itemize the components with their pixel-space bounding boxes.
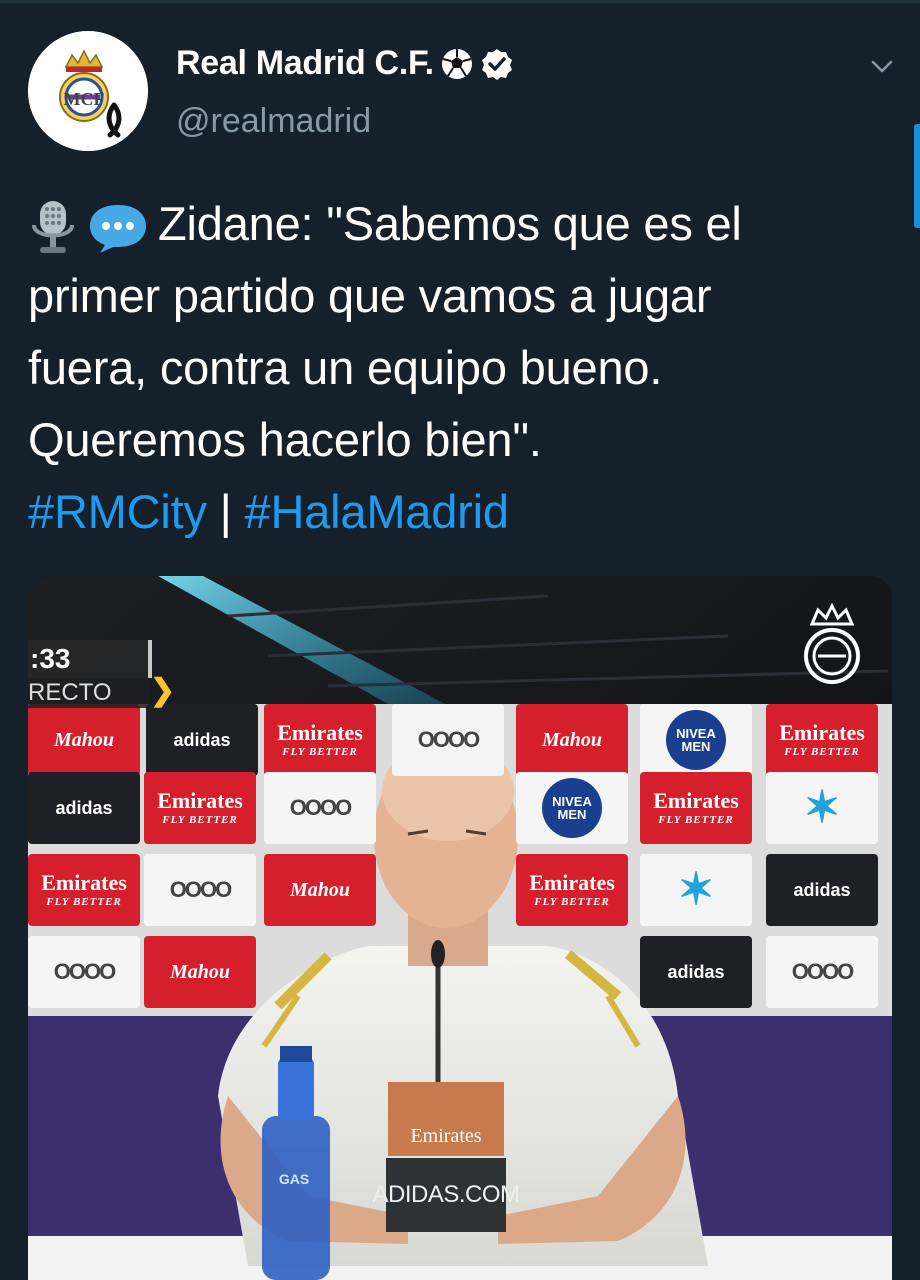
speech-bubble-icon — [90, 204, 146, 253]
real-madrid-crest-icon — [804, 602, 860, 684]
sponsor-audi: OOOO — [264, 772, 376, 844]
sponsor-nivea: NIVEA MEN — [516, 772, 628, 844]
sponsor-caixabank: ✶ — [640, 854, 752, 926]
sponsor-emirates: Emirates FLY BETTER — [144, 772, 256, 844]
sponsor-nivea: NIVEA MEN — [640, 704, 752, 776]
table-sign-emirates: Emirates — [388, 1082, 504, 1156]
user-handle[interactable]: @realmadrid — [176, 102, 371, 141]
microphone-icon — [32, 200, 74, 253]
hashtag-link[interactable]: #HalaMadrid — [245, 485, 509, 538]
water-bottle-label: GAS — [278, 1171, 310, 1187]
sponsor-adidas: adidas — [28, 772, 140, 844]
tweet-text-line: Queremos hacerlo bien". — [28, 413, 542, 466]
sponsor-emirates: Emirates FLY BETTER — [264, 704, 376, 776]
sponsor-emirates: Emirates FLY BETTER — [640, 772, 752, 844]
sponsor-audi: OOOO — [28, 936, 140, 1008]
hashtag-line: #RMCity | #HalaMadrid — [28, 476, 898, 548]
sponsor-mahou: Mahou — [516, 704, 628, 776]
hashtag-separator: | — [219, 485, 232, 538]
chevron-right-icon: ❯ — [150, 674, 176, 707]
sponsor-mahou: Mahou — [144, 936, 256, 1008]
sponsor-caixabank: ✶ — [766, 772, 878, 844]
chevron-down-icon[interactable] — [868, 52, 896, 80]
sponsor-adidas: adidas — [146, 704, 258, 776]
real-madrid-crest-icon: MCF — [28, 31, 148, 151]
sponsor-audi: OOOO — [766, 936, 878, 1008]
table-sign-adidas: ADIDAS.COM — [373, 1158, 520, 1232]
soccer-ball-icon — [441, 48, 472, 79]
sponsor-emirates: Emirates FLY BETTER — [28, 854, 140, 926]
sponsor-emirates: Emirates FLY BETTER — [516, 854, 628, 926]
svg-text:MCF: MCF — [64, 89, 105, 109]
top-border — [0, 0, 920, 3]
display-name-text: Real Madrid C.F. — [176, 44, 434, 82]
star-icon: ✶ — [803, 783, 841, 832]
scroll-indicator[interactable] — [914, 124, 920, 228]
tweet-text-line: Zidane: "Sabemos que es el — [158, 197, 742, 250]
video-player[interactable]: Mahou adidas Emirates FLY BETTER OOOO Mah… — [28, 576, 892, 1280]
verified-badge-icon — [481, 48, 512, 80]
tweet-text-line: fuera, contra un equipo bueno. — [28, 341, 663, 394]
sponsor-emirates: Emirates FLY BETTER — [766, 704, 878, 776]
sponsor-mahou: Mahou — [28, 704, 140, 776]
display-name[interactable]: Real Madrid C.F. — [176, 44, 514, 83]
tweet-line-1: Zidane: "Sabemos que es el — [28, 188, 898, 260]
sponsor-audi: OOOO — [144, 854, 256, 926]
tweet-text: Zidane: "Sabemos que es el primer partid… — [28, 188, 898, 548]
live-timer: :33 — [28, 640, 152, 678]
hashtag-link[interactable]: #RMCity — [28, 485, 207, 538]
star-icon: ✶ — [677, 865, 715, 914]
tweet-text-line: primer partido que vamos a jugar — [28, 269, 712, 322]
avatar[interactable]: MCF — [28, 31, 148, 151]
live-label: RECTO — [28, 678, 150, 708]
sponsor-adidas: adidas — [766, 854, 878, 926]
sponsor-mahou: Mahou — [264, 854, 376, 926]
sponsor-audi: OOOO — [392, 704, 504, 776]
sponsor-adidas: adidas — [640, 936, 752, 1008]
